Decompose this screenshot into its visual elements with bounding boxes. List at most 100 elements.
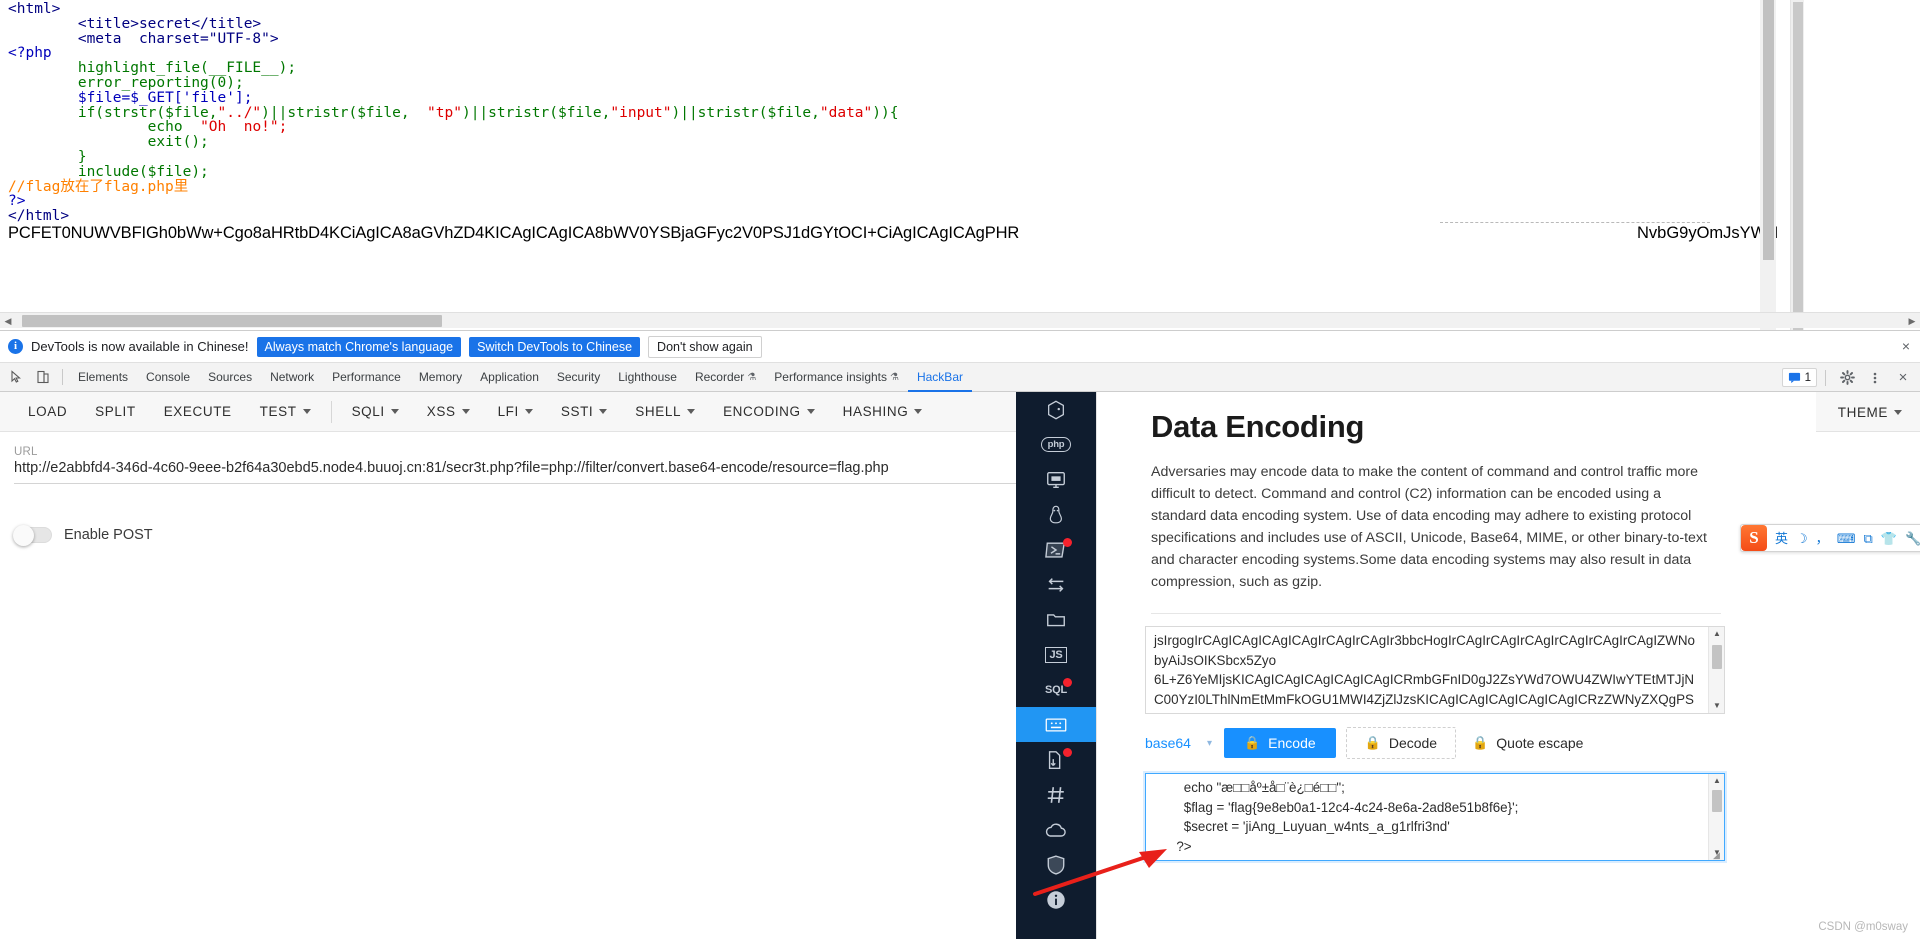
close-icon[interactable]: × [1902, 339, 1910, 353]
code-line: <html> [8, 1, 61, 17]
outer-vertical-scrollbar[interactable] [1790, 0, 1804, 330]
dont-show-again-button[interactable]: Don't show again [648, 335, 762, 358]
devtools-tab-elements[interactable]: Elements [69, 363, 137, 392]
sogou-logo-icon[interactable]: S [1741, 525, 1767, 551]
scroll-right-arrow[interactable]: ▶ [1904, 313, 1920, 329]
devtools-tab-application[interactable]: Application [471, 363, 548, 392]
inspect-element-icon[interactable] [4, 365, 30, 389]
hackbar-menu-test[interactable]: TEST [246, 392, 325, 432]
red-annotation-arrow [1033, 849, 1167, 896]
code-line: $file=$_GET['file']; [8, 89, 253, 106]
hackbar-theme-control[interactable]: THEME [1824, 392, 1902, 432]
devtools-tab-performance[interactable]: Performance [323, 363, 410, 392]
tab-label: Memory [418, 370, 463, 384]
devtools-tab-hackbar[interactable]: HackBar [908, 363, 972, 392]
hackbar-menu-hashing[interactable]: HASHING [829, 392, 937, 432]
hackbar-menu-encoding[interactable]: ENCODING [709, 392, 829, 432]
scrollbar-thumb[interactable] [22, 315, 442, 327]
resize-handle-icon[interactable]: ◢ [1713, 850, 1723, 860]
encode-label: Encode [1268, 735, 1316, 751]
punctuation-icon[interactable]: ， [1816, 532, 1829, 545]
devtools-tab-console[interactable]: Console [137, 363, 199, 392]
devtools-tab-security[interactable]: Security [548, 363, 609, 392]
hackbar-menu-xss[interactable]: XSS [413, 392, 484, 432]
scrollbar-thumb[interactable] [1793, 2, 1803, 330]
gear-icon[interactable] [1834, 366, 1860, 390]
sidebar-encoding-icon[interactable] [1016, 707, 1096, 742]
enable-post-toggle[interactable] [13, 525, 52, 546]
sidebar-monitor-icon[interactable] [1016, 462, 1096, 497]
hackbar-menu-split[interactable]: SPLIT [81, 392, 150, 432]
hackbar-menu-sqli[interactable]: SQLI [338, 392, 413, 432]
quote-escape-button[interactable]: 🔒 Quote escape [1466, 728, 1589, 758]
code-line: error_reporting(0); [8, 74, 244, 91]
hackbar-menu-shell[interactable]: SHELL [621, 392, 709, 432]
scroll-left-arrow[interactable]: ◀ [0, 313, 16, 329]
encode-button[interactable]: 🔒 Encode [1223, 728, 1336, 758]
hash-icon [1047, 786, 1064, 803]
moon-icon[interactable]: ☽ [1796, 532, 1808, 545]
switch-to-chinese-button[interactable]: Switch DevTools to Chinese [469, 336, 641, 357]
menu-label: SPLIT [95, 404, 136, 419]
kebab-menu-icon[interactable] [1862, 366, 1888, 390]
sidebar-folder-icon[interactable] [1016, 602, 1096, 637]
php-source-code: <html> <title>secret</title> <meta chars… [8, 2, 898, 224]
sidebar-hash-icon[interactable] [1016, 777, 1096, 812]
close-devtools-icon[interactable]: × [1890, 366, 1916, 390]
decode-output-textarea[interactable]: echo "æ□□åº±å□¨è¿□é□□"; $flag = 'flag{9e… [1145, 773, 1725, 861]
soft-keyboard-icon[interactable]: ⌨ [1837, 532, 1856, 545]
scrollbar-thumb[interactable] [1712, 790, 1722, 812]
toolbox-icon[interactable]: 🔧 [1905, 532, 1920, 545]
page-vertical-scrollbar[interactable] [1760, 0, 1776, 330]
sidebar-linux-penguin-icon[interactable] [1016, 497, 1096, 532]
clipboard-icon[interactable]: ⧉ [1863, 532, 1872, 545]
hackbar-menu-load[interactable]: LOAD [14, 392, 81, 432]
theme-menu-button[interactable]: THEME [1824, 392, 1902, 432]
devtools-tab-sources[interactable]: Sources [199, 363, 261, 392]
scroll-up-arrow[interactable]: ▲ [1709, 627, 1725, 641]
code-line: <title>secret</title> [8, 15, 262, 32]
sidebar-transfer-icon[interactable] [1016, 567, 1096, 602]
sidebar-js-icon[interactable]: JS [1016, 637, 1096, 672]
hackbar-menu-lfi[interactable]: LFI [484, 392, 547, 432]
tab-label: Application [480, 370, 539, 384]
scroll-down-arrow[interactable]: ▼ [1709, 699, 1725, 713]
devtools-tab-memory[interactable]: Memory [410, 363, 471, 392]
tab-label: Lighthouse [618, 370, 677, 384]
devtools-language-notice: i DevTools is now available in Chinese! … [0, 331, 1920, 363]
always-match-language-button[interactable]: Always match Chrome's language [256, 336, 462, 357]
chevron-down-icon [461, 409, 470, 414]
page-horizontal-scrollbar[interactable]: ◀ ▶ [0, 312, 1920, 328]
device-toolbar-icon[interactable] [30, 365, 56, 389]
chevron-down-icon [524, 409, 533, 414]
encode-input-textarea[interactable]: jsIrgogIrCAgICAgICAgICAgIrCAgIrCAgIr3bbc… [1145, 626, 1725, 714]
devtools-tab-recorder[interactable]: Recorder ⚗ [686, 363, 765, 392]
language-toggle-icon[interactable]: 英 [1775, 532, 1788, 545]
devtools-tab-performance-insights[interactable]: Performance insights ⚗ [765, 363, 908, 392]
output-line: $secret = 'jiAng_Luyuan_w4nts_a_g1rlfri3… [1154, 819, 1450, 835]
scrollbar-thumb[interactable] [1763, 0, 1774, 260]
menu-label: LFI [497, 404, 519, 419]
message-count-badge[interactable]: 1 [1781, 368, 1817, 387]
base64-output-left: PCFET0NUWVBFIGh0bWw+Cgo8aHRtbD4KCiAgICA8… [8, 224, 1020, 242]
sidebar-box-icon[interactable] [1016, 392, 1096, 427]
decode-button[interactable]: 🔒 Decode [1345, 727, 1457, 759]
sidebar-php-icon[interactable]: php [1016, 427, 1096, 462]
hackbar-menu-ssti[interactable]: SSTI [547, 392, 621, 432]
url-input[interactable]: http://e2abbfd4-346d-4c60-9eee-b2f64a30e… [14, 460, 1154, 484]
notification-badge [1063, 678, 1072, 687]
hackbar-menu-execute[interactable]: EXECUTE [150, 392, 246, 432]
sidebar-download-icon[interactable] [1016, 742, 1096, 777]
scroll-up-arrow[interactable]: ▲ [1709, 774, 1725, 788]
scrollbar-thumb[interactable] [1712, 645, 1722, 669]
output-line: ?> [1154, 838, 1192, 854]
sidebar-sql-icon[interactable]: SQL [1016, 672, 1096, 707]
skin-icon[interactable]: 👕 [1881, 532, 1897, 545]
data-encoding-panel: Data Encoding Adversaries may encode dat… [1096, 392, 1816, 939]
output-scrollbar[interactable]: ▲ ▼ [1708, 774, 1724, 860]
devtools-tab-lighthouse[interactable]: Lighthouse [609, 363, 686, 392]
devtools-tab-network[interactable]: Network [261, 363, 323, 392]
input-scrollbar[interactable]: ▲ ▼ [1708, 627, 1724, 713]
sidebar-powershell-icon[interactable] [1016, 532, 1096, 567]
format-select[interactable]: base64 ▾ [1145, 735, 1214, 751]
